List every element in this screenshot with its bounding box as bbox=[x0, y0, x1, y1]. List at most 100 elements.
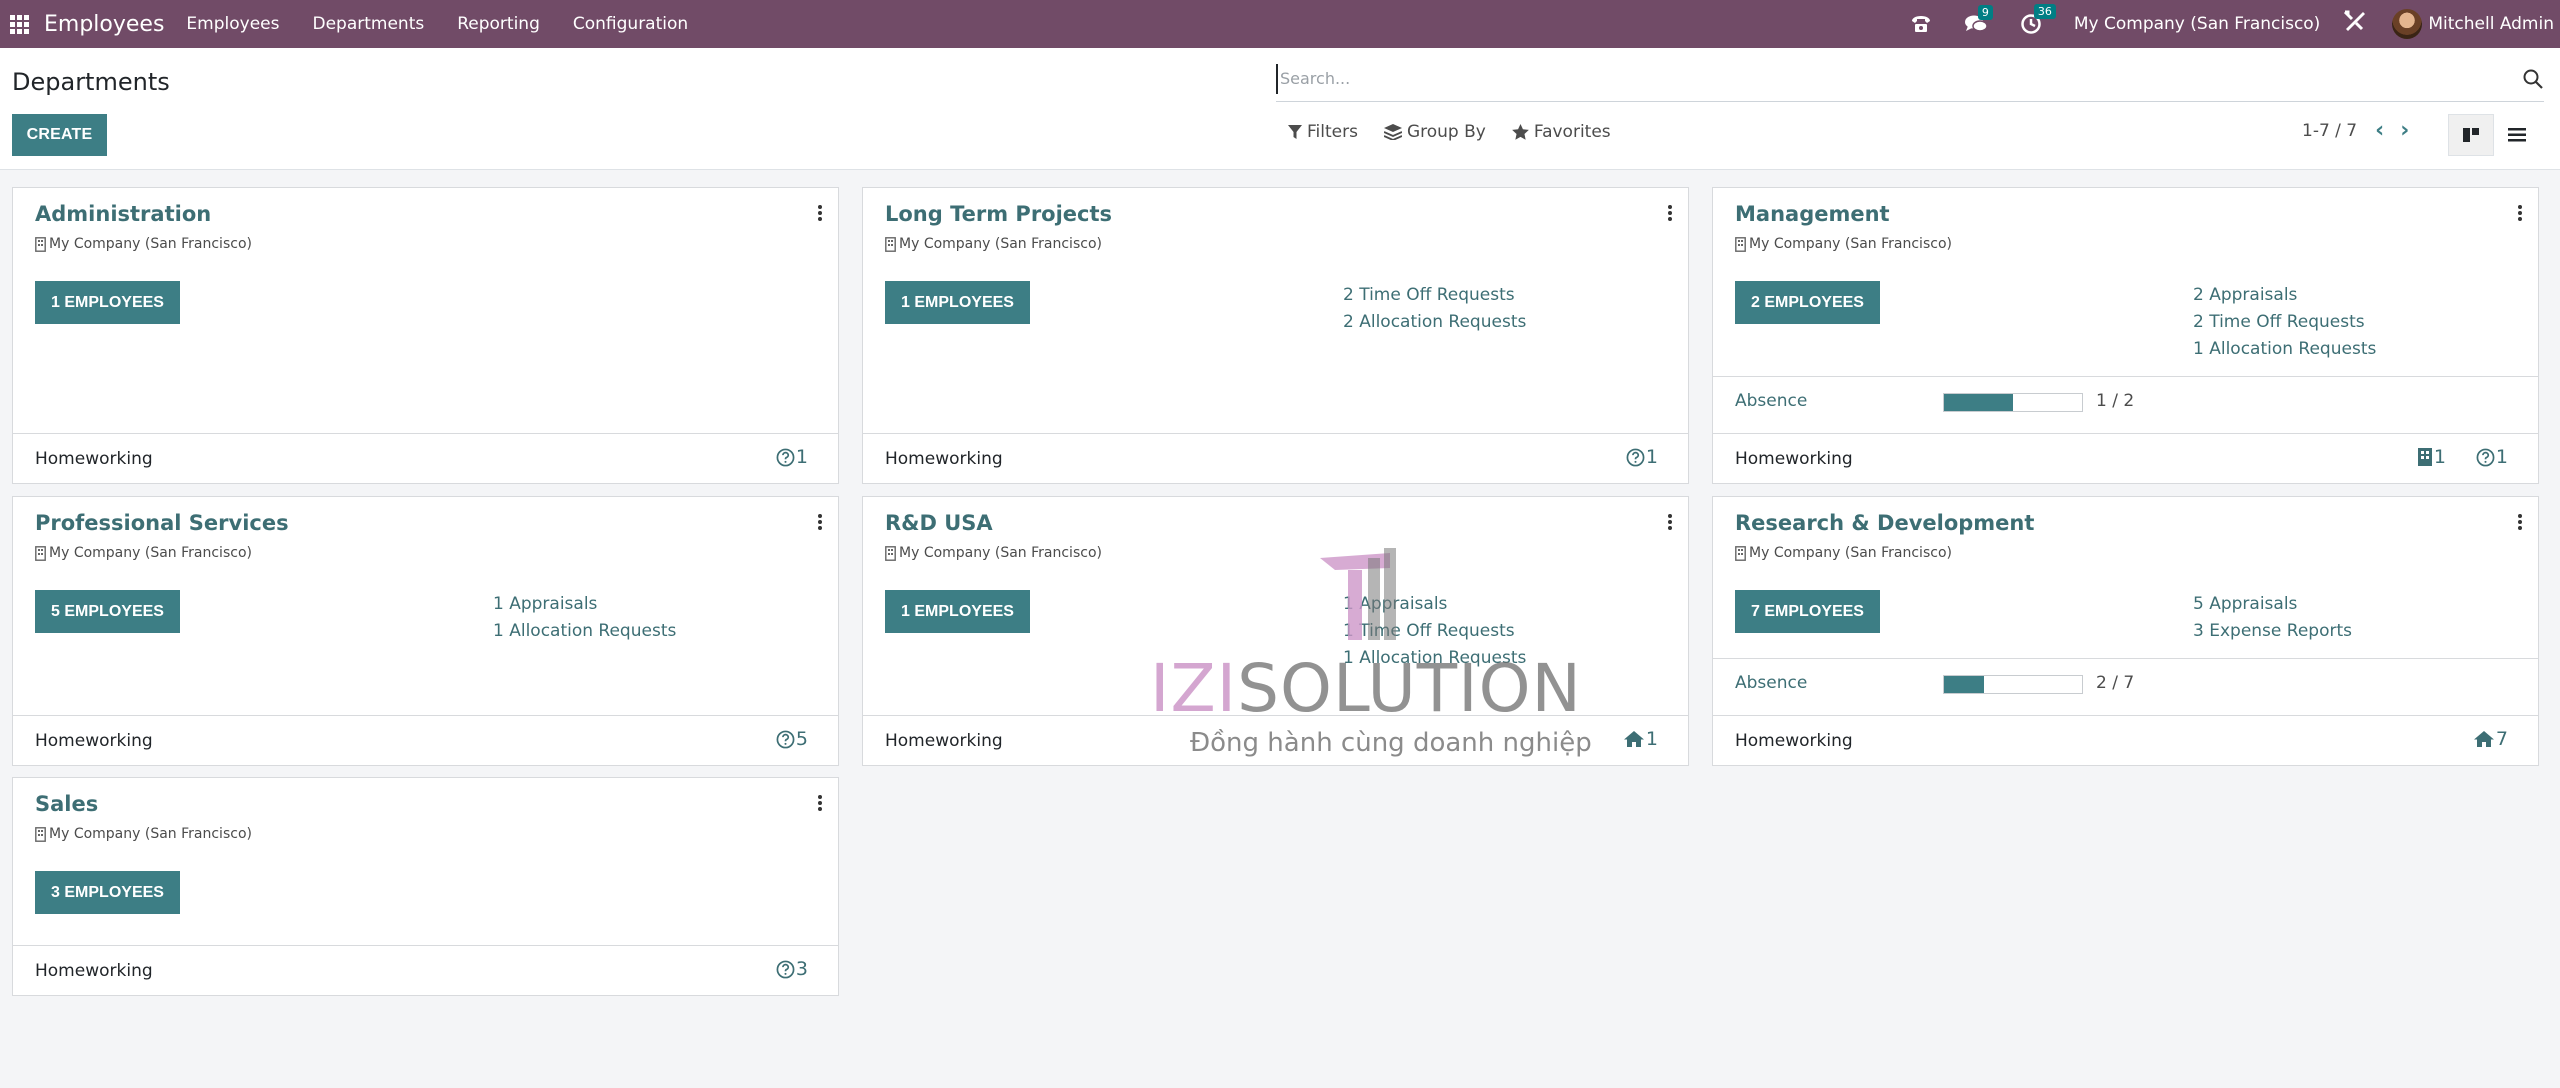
card-link[interactable]: 3 Expense Reports bbox=[2193, 618, 2352, 645]
question-icon bbox=[776, 960, 796, 979]
footer-stat[interactable]: 1 bbox=[1626, 446, 1658, 468]
card-options-icon[interactable] bbox=[2512, 511, 2528, 533]
building-icon bbox=[885, 545, 896, 561]
card-options-icon[interactable] bbox=[1662, 202, 1678, 224]
department-card[interactable]: Long Term Projects My Company (San Franc… bbox=[862, 187, 1689, 484]
footer-stat[interactable]: 3 bbox=[776, 958, 808, 980]
footer-stat[interactable]: 1 bbox=[1623, 728, 1658, 750]
department-company-name: My Company (San Francisco) bbox=[49, 826, 252, 842]
watermark-brand: IZISOLUTION bbox=[1150, 650, 1582, 727]
card-link[interactable]: 1 Appraisals bbox=[493, 591, 676, 618]
card-options-icon[interactable] bbox=[812, 792, 828, 814]
kanban-view-button[interactable] bbox=[2448, 114, 2494, 156]
company-switcher[interactable]: My Company (San Francisco) bbox=[2074, 14, 2320, 34]
card-link[interactable]: 5 Appraisals bbox=[2193, 591, 2352, 618]
employees-button[interactable]: 3 EMPLOYEES bbox=[35, 871, 180, 914]
employees-button[interactable]: 5 EMPLOYEES bbox=[35, 590, 180, 633]
department-name[interactable]: Long Term Projects bbox=[885, 202, 1112, 226]
building-icon bbox=[1735, 236, 1746, 252]
department-name[interactable]: R&D USA bbox=[885, 511, 993, 535]
group-by-label: Group By bbox=[1406, 122, 1486, 142]
department-card[interactable]: Sales My Company (San Francisco) 3 EMPLO… bbox=[12, 777, 839, 996]
department-card[interactable]: Research & Development My Company (San F… bbox=[1712, 496, 2539, 766]
card-link[interactable]: 1 Allocation Requests bbox=[493, 618, 676, 645]
department-name[interactable]: Management bbox=[1735, 202, 1890, 226]
footer-stat-value: 1 bbox=[1645, 446, 1658, 468]
building-icon bbox=[35, 826, 46, 842]
pager-value[interactable]: 1-7 / 7 bbox=[2302, 121, 2357, 141]
card-footer-divider bbox=[13, 945, 838, 946]
department-card[interactable]: Management My Company (San Francisco) 2 … bbox=[1712, 187, 2539, 484]
card-options-icon[interactable] bbox=[812, 202, 828, 224]
employees-button[interactable]: 2 EMPLOYEES bbox=[1735, 281, 1880, 324]
card-link[interactable]: 2 Time Off Requests bbox=[2193, 309, 2376, 336]
phone-icon[interactable] bbox=[1910, 14, 1932, 34]
question-icon bbox=[1626, 448, 1646, 467]
card-footer-divider bbox=[1713, 433, 2538, 434]
activities-badge: 36 bbox=[2033, 4, 2056, 19]
department-company-name: My Company (San Francisco) bbox=[1749, 545, 1952, 561]
card-link[interactable]: 1 Allocation Requests bbox=[2193, 336, 2376, 363]
app-brand[interactable]: Employees bbox=[44, 12, 164, 37]
menu-reporting[interactable]: Reporting bbox=[457, 14, 540, 34]
filters-button[interactable]: Filters bbox=[1288, 122, 1358, 142]
apps-menu-icon[interactable] bbox=[2, 0, 36, 48]
card-links: 5 Appraisals 3 Expense Reports bbox=[2193, 591, 2352, 645]
footer-stat-value: 1 bbox=[1645, 728, 1658, 750]
homeworking-label: Homeworking bbox=[885, 731, 1003, 751]
department-name[interactable]: Research & Development bbox=[1735, 511, 2034, 535]
footer-stat-value: 7 bbox=[2495, 728, 2508, 750]
card-links: 2 Appraisals 2 Time Off Requests 1 Allocat… bbox=[2193, 282, 2376, 363]
employees-button[interactable]: 1 EMPLOYEES bbox=[35, 281, 180, 324]
card-options-icon[interactable] bbox=[812, 511, 828, 533]
debug-tools-icon[interactable] bbox=[2342, 9, 2366, 39]
absence-label[interactable]: Absence bbox=[1735, 673, 1807, 693]
footer-stat[interactable]: 1 bbox=[776, 446, 808, 468]
favorites-button[interactable]: Favorites bbox=[1512, 122, 1611, 142]
messages-badge: 9 bbox=[1977, 5, 1993, 20]
card-link[interactable]: 2 Allocation Requests bbox=[1343, 309, 1526, 336]
list-view-button[interactable] bbox=[2494, 114, 2540, 156]
department-company-name: My Company (San Francisco) bbox=[49, 236, 252, 252]
card-link[interactable]: 2 Appraisals bbox=[2193, 282, 2376, 309]
employees-button[interactable]: 1 EMPLOYEES bbox=[885, 281, 1030, 324]
search-icon[interactable] bbox=[2522, 68, 2544, 90]
pager-previous-icon[interactable]: ‹ bbox=[2375, 120, 2384, 142]
department-card[interactable]: Professional Services My Company (San Fr… bbox=[12, 496, 839, 766]
employees-button[interactable]: 7 EMPLOYEES bbox=[1735, 590, 1880, 633]
department-name[interactable]: Sales bbox=[35, 792, 98, 816]
page-title: Departments bbox=[12, 68, 170, 96]
card-options-icon[interactable] bbox=[1662, 511, 1678, 533]
footer-stat[interactable]: 5 bbox=[776, 728, 808, 750]
footer-stat[interactable]: 1 bbox=[2417, 446, 2446, 468]
menu-configuration[interactable]: Configuration bbox=[573, 14, 688, 34]
home-icon bbox=[1623, 730, 1646, 748]
user-menu[interactable]: Mitchell Admin bbox=[2392, 9, 2554, 39]
control-panel: Departments CREATE Filters Group By Favo… bbox=[0, 48, 2560, 170]
department-card[interactable]: Administration My Company (San Francisco… bbox=[12, 187, 839, 484]
department-name[interactable]: Professional Services bbox=[35, 511, 289, 535]
card-footer-divider bbox=[1713, 715, 2538, 716]
kanban-icon bbox=[2463, 128, 2479, 142]
menu-departments[interactable]: Departments bbox=[312, 14, 424, 34]
question-icon bbox=[776, 448, 796, 467]
messages-icon[interactable]: 9 bbox=[1964, 5, 1993, 34]
employees-button[interactable]: 1 EMPLOYEES bbox=[885, 590, 1030, 633]
card-options-icon[interactable] bbox=[2512, 202, 2528, 224]
footer-stat[interactable]: 7 bbox=[2473, 728, 2508, 750]
search-input[interactable] bbox=[1276, 63, 2522, 94]
menu-employees[interactable]: Employees bbox=[186, 14, 279, 34]
question-icon bbox=[776, 730, 796, 749]
card-link[interactable]: 2 Time Off Requests bbox=[1343, 282, 1526, 309]
absence-label[interactable]: Absence bbox=[1735, 391, 1807, 411]
activities-icon[interactable]: 36 bbox=[2020, 4, 2056, 35]
footer-stat-value: 3 bbox=[795, 958, 808, 980]
pager-next-icon[interactable]: › bbox=[2400, 120, 2409, 142]
footer-stat[interactable]: 1 bbox=[2476, 446, 2508, 468]
card-links: 2 Time Off Requests 2 Allocation Requests bbox=[1343, 282, 1526, 336]
group-by-button[interactable]: Group By bbox=[1383, 122, 1486, 142]
absence-progress-fill bbox=[1944, 394, 2013, 411]
department-name[interactable]: Administration bbox=[35, 202, 211, 226]
create-button[interactable]: CREATE bbox=[12, 114, 107, 156]
building-icon bbox=[35, 236, 46, 252]
